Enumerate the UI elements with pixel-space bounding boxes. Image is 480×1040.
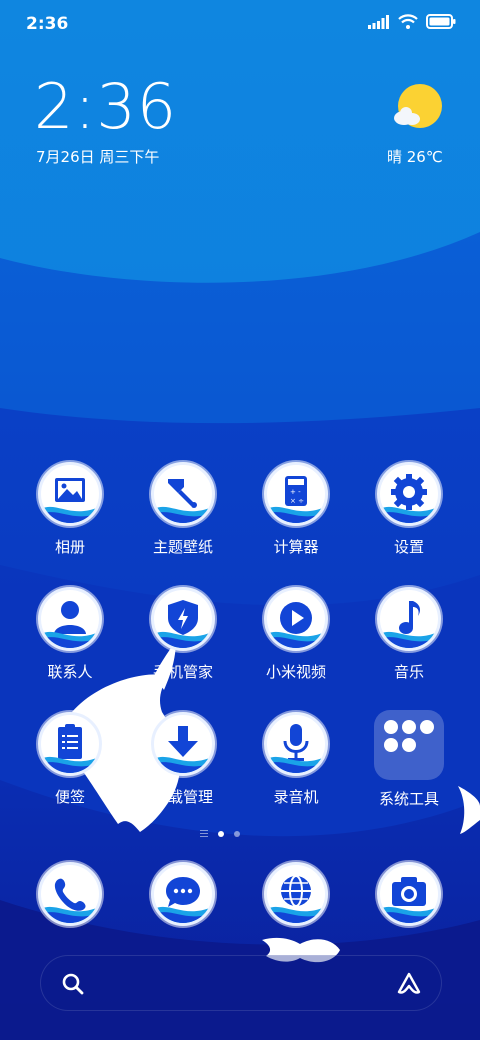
dock-browser[interactable]	[248, 862, 344, 926]
weather-text: 晴 26℃	[387, 148, 443, 166]
gallery-icon	[38, 462, 102, 526]
wifi-icon	[398, 14, 418, 29]
recorder-mic-icon	[264, 712, 328, 776]
app-notes[interactable]: 便签	[22, 712, 118, 807]
calculator-icon: + - × ÷	[264, 462, 328, 526]
app-contacts[interactable]: 联系人	[22, 587, 118, 682]
page-dot-current	[218, 830, 224, 837]
app-security[interactable]: 手机管家	[135, 587, 231, 682]
status-time: 2:36	[26, 14, 69, 34]
browser-globe-icon	[264, 862, 328, 926]
clock-widget-date: 7月26日 周三下午	[36, 148, 160, 166]
assistant-icon[interactable]	[395, 970, 423, 998]
app-label: 录音机	[273, 788, 319, 806]
app-label: 音乐	[393, 663, 424, 681]
app-video[interactable]: 小米视频	[248, 587, 344, 682]
security-shield-icon	[151, 587, 215, 651]
app-label: 系统工具	[378, 790, 439, 808]
app-downloads[interactable]: 下载管理	[135, 712, 231, 807]
app-recorder[interactable]: 录音机	[248, 712, 344, 807]
sunny-cloud-icon[interactable]	[390, 82, 446, 138]
search-bar[interactable]	[40, 955, 442, 1011]
status-icons	[368, 14, 456, 29]
app-settings[interactable]: 设置	[361, 462, 457, 557]
app-label: 相册	[54, 538, 85, 556]
app-label: 主题壁纸	[152, 538, 213, 556]
phone-icon	[38, 862, 102, 926]
app-gallery[interactable]: 相册	[22, 462, 118, 557]
battery-icon	[426, 14, 456, 29]
video-play-icon	[264, 587, 328, 651]
dock-camera[interactable]	[361, 862, 457, 926]
themes-brush-icon	[151, 462, 215, 526]
notes-clipboard-icon	[38, 712, 102, 776]
app-music[interactable]: 音乐	[361, 587, 457, 682]
page-indicator	[200, 830, 240, 837]
svg-text:+ -: + -	[290, 488, 301, 496]
app-label: 联系人	[47, 663, 93, 681]
contacts-person-icon	[38, 587, 102, 651]
page-dot	[234, 830, 240, 837]
clock-widget-time[interactable]: 2:36	[34, 76, 177, 138]
dock-phone[interactable]	[22, 862, 118, 926]
download-arrow-icon	[151, 712, 215, 776]
app-label: 小米视频	[265, 663, 326, 681]
app-label: 手机管家	[152, 663, 213, 681]
app-themes[interactable]: 主题壁纸	[135, 462, 231, 557]
page-indicator-menu	[200, 830, 208, 837]
messages-icon	[151, 862, 215, 926]
music-note-icon	[377, 587, 441, 651]
app-label: 计算器	[273, 538, 319, 556]
app-label: 下载管理	[152, 788, 213, 806]
folder-icon	[374, 710, 444, 780]
signal-icon	[368, 14, 389, 29]
status-bar: 2:36	[0, 0, 480, 50]
folder-system-tools[interactable]: 系统工具	[361, 710, 457, 809]
app-label: 便签	[54, 788, 85, 806]
settings-gear-icon	[377, 462, 441, 526]
app-label: 设置	[393, 538, 424, 556]
dock-messages[interactable]	[135, 862, 231, 926]
camera-icon	[377, 862, 441, 926]
app-calculator[interactable]: + - × ÷ 计算器	[248, 462, 344, 557]
search-icon[interactable]	[61, 972, 85, 996]
